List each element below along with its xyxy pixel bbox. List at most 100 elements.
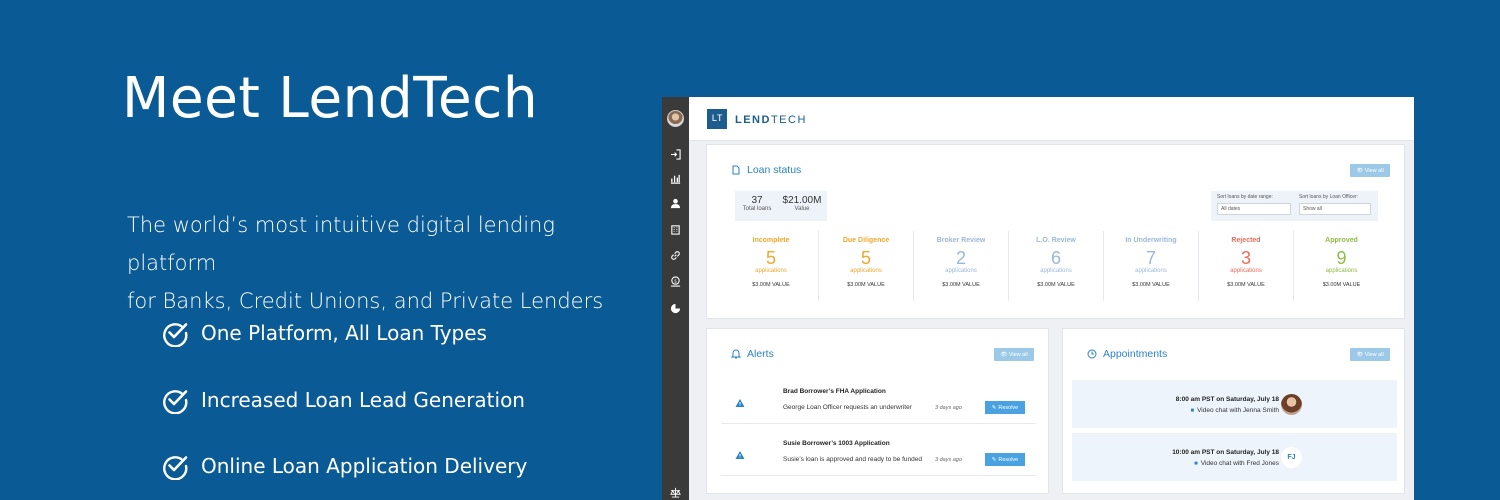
status-unit: applications bbox=[1040, 268, 1072, 274]
alert-description: Susie’s loan is approved and ready to be… bbox=[783, 456, 923, 463]
alert-title: Brad Borrower’s FHA Application bbox=[783, 388, 886, 395]
status-unit: applications bbox=[755, 268, 787, 274]
avatar bbox=[1281, 394, 1302, 415]
status-name: Rejected bbox=[1231, 237, 1261, 244]
document-icon bbox=[732, 165, 740, 175]
status-name: L.O. Review bbox=[1036, 237, 1076, 244]
check-circle-icon bbox=[163, 323, 188, 347]
status-count: 2 bbox=[955, 248, 966, 268]
status-value: $3.00M VALUE bbox=[1227, 282, 1265, 288]
status-unit: applications bbox=[1230, 268, 1262, 274]
status-value: $3.00M VALUE bbox=[1322, 282, 1361, 288]
status-column[interactable]: Approved 9 applications $3.00M VALUE bbox=[1294, 231, 1389, 301]
appointments-card: Appointments 👁 View all 8:00 am PST on S… bbox=[1062, 328, 1405, 494]
status-value: $3.00M VALUE bbox=[752, 282, 790, 288]
avatar: FJ bbox=[1281, 447, 1302, 468]
hero-subtitle-line-1: The world’s most intuitive digital lendi… bbox=[127, 213, 555, 275]
user-avatar[interactable] bbox=[667, 110, 684, 127]
alert-row[interactable]: Brad Borrower’s FHA Application George L… bbox=[721, 378, 1036, 424]
chart-icon[interactable] bbox=[662, 171, 689, 185]
status-name: Broker Review bbox=[936, 237, 986, 244]
appointments-title: Appointments bbox=[1087, 348, 1167, 360]
resolve-button[interactable]: ✎ Resolve bbox=[985, 401, 1025, 414]
sort-officer-select[interactable]: Show all bbox=[1299, 203, 1371, 215]
status-value: $3.00M VALUE bbox=[847, 282, 885, 288]
money-icon[interactable]: $ bbox=[662, 274, 689, 288]
logo-mark: LT bbox=[707, 109, 727, 129]
status-unit: applications bbox=[1135, 268, 1167, 274]
status-count: 9 bbox=[1336, 248, 1347, 268]
status-unit: applications bbox=[1325, 268, 1358, 274]
appointment-with: ■ Video chat with Fred Jones bbox=[1194, 460, 1279, 467]
totals-summary: 37 Total loans $21.00M Value bbox=[735, 191, 827, 221]
view-all-button[interactable]: 👁 View all bbox=[1350, 348, 1390, 361]
total-loans: 37 Total loans bbox=[742, 195, 772, 212]
feature-label: Increased Loan Lead Generation bbox=[201, 388, 525, 412]
alerts-title: Alerts bbox=[731, 348, 774, 360]
pie-chart-icon[interactable] bbox=[662, 301, 689, 315]
alert-title: Susie Borrower’s 1003 Application bbox=[783, 440, 890, 447]
appointment-with: ■ Video chat with Jenna Smith bbox=[1190, 407, 1279, 414]
status-name: Due Diligence bbox=[842, 237, 890, 244]
clock-icon bbox=[1087, 349, 1097, 359]
status-column[interactable]: In Underwriting 7 applications $3.00M VALUE bbox=[1104, 231, 1199, 301]
status-count: 7 bbox=[1145, 248, 1156, 268]
feature-label: One Platform, All Loan Types bbox=[201, 321, 487, 345]
scale-icon[interactable] bbox=[662, 485, 689, 499]
bell-icon bbox=[731, 349, 741, 359]
status-column[interactable]: Rejected 3 applications $3.00M VALUE bbox=[1199, 231, 1294, 301]
view-all-button[interactable]: 👁 View all bbox=[1350, 164, 1390, 177]
status-column[interactable]: Due Diligence 5 applications $3.00M VALUE bbox=[819, 231, 914, 301]
appointment-time: 8:00 am PST on Saturday, July 18 bbox=[1175, 396, 1279, 403]
sign-in-icon[interactable] bbox=[662, 147, 689, 161]
alerts-card: Alerts 👁 View all Brad Borrower’s FHA Ap… bbox=[706, 328, 1049, 494]
sort-date-label: Sort loans by date range: bbox=[1217, 194, 1273, 200]
appointment-row[interactable]: 8:00 am PST on Saturday, July 18 ■ Video … bbox=[1072, 380, 1397, 428]
status-unit: applications bbox=[850, 268, 882, 274]
user-icon[interactable] bbox=[662, 196, 689, 210]
loan-status-card: Loan status 👁 View all 37 Total loans $2… bbox=[706, 144, 1405, 319]
check-circle-icon bbox=[163, 456, 188, 480]
resolve-button[interactable]: ✎ Resolve bbox=[985, 453, 1025, 466]
svg-text:$: $ bbox=[674, 278, 677, 284]
status-value: $3.00M VALUE bbox=[1037, 282, 1075, 288]
alert-time: 3 days ago bbox=[935, 405, 962, 411]
status-value: $3.00M VALUE bbox=[942, 282, 980, 288]
top-bar: LT LENDTECH bbox=[689, 97, 1414, 141]
app-window: $ LT LENDTECH Loan status 👁 View all 37 … bbox=[662, 97, 1414, 500]
warning-icon bbox=[735, 399, 745, 407]
status-count: 5 bbox=[765, 248, 776, 268]
building-icon[interactable] bbox=[662, 222, 689, 236]
warning-icon bbox=[735, 451, 745, 459]
view-all-button[interactable]: 👁 View all bbox=[994, 348, 1034, 361]
video-camera-icon: ■ bbox=[1194, 460, 1198, 467]
hero-title: Meet LendTech bbox=[122, 66, 539, 131]
alert-description: George Loan Officer requests an underwri… bbox=[783, 404, 912, 411]
logo-text: LENDTECH bbox=[735, 114, 807, 126]
hero-subtitle-line-2: for Banks, Credit Unions, and Private Le… bbox=[127, 289, 604, 313]
status-column[interactable]: Broker Review 2 applications $3.00M VALUE bbox=[914, 231, 1009, 301]
feature-item: Online Loan Application Delivery bbox=[161, 452, 527, 480]
video-camera-icon: ■ bbox=[1190, 407, 1195, 414]
status-count: 6 bbox=[1050, 248, 1061, 268]
status-count: 3 bbox=[1240, 248, 1251, 268]
appointment-time: 10:00 am PST on Saturday, July 18 bbox=[1172, 449, 1279, 456]
check-circle-icon bbox=[163, 390, 188, 414]
status-value: $3.00M VALUE bbox=[1132, 282, 1170, 288]
alert-time: 3 days ago bbox=[935, 457, 962, 463]
status-column[interactable]: Incomplete 5 applications $3.00M VALUE bbox=[724, 231, 819, 301]
sort-date-select[interactable]: All dates bbox=[1217, 203, 1291, 215]
status-name: Incomplete bbox=[752, 237, 790, 244]
alert-row[interactable]: Susie Borrower’s 1003 Application Susie’… bbox=[721, 430, 1036, 476]
sort-controls: Sort loans by date range: All dates Sort… bbox=[1211, 191, 1378, 221]
feature-item: One Platform, All Loan Types bbox=[161, 319, 487, 347]
feature-label: Online Loan Application Delivery bbox=[201, 454, 528, 478]
link-icon[interactable] bbox=[662, 248, 689, 262]
appointment-row[interactable]: 10:00 am PST on Saturday, July 18 ■ Video… bbox=[1072, 433, 1397, 481]
status-column[interactable]: L.O. Review 6 applications $3.00M VALUE bbox=[1009, 231, 1104, 301]
edit-icon: ✎ bbox=[991, 456, 997, 463]
status-name: Approved bbox=[1325, 237, 1358, 244]
loan-status-title: Loan status bbox=[731, 164, 801, 176]
status-count: 5 bbox=[860, 248, 871, 268]
status-unit: applications bbox=[945, 268, 977, 274]
